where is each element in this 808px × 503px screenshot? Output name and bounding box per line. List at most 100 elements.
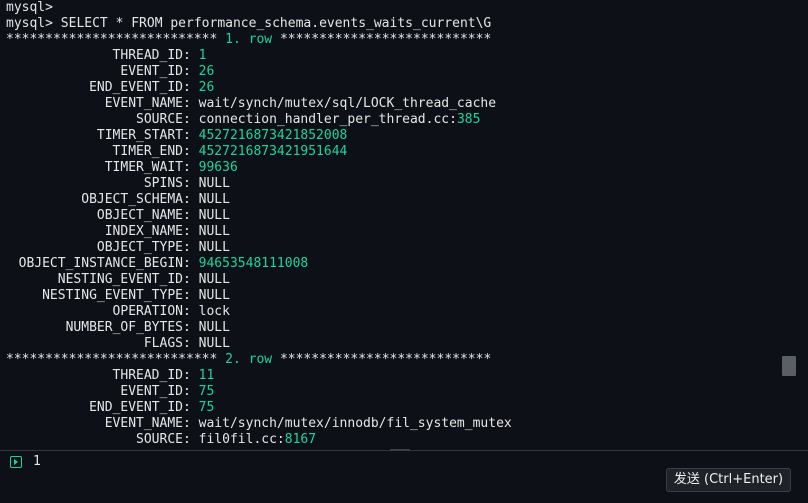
result-field: OBJECT_TYPE: NULL <box>6 240 230 256</box>
field-value: NULL <box>198 208 230 223</box>
result-field: NESTING_EVENT_TYPE: NULL <box>6 288 230 304</box>
result-field: NESTING_EVENT_ID: NULL <box>6 272 230 288</box>
field-key: OPERATION <box>112 304 183 319</box>
source-line-number: 385 <box>456 112 481 127</box>
field-value: NULL <box>198 192 230 207</box>
field-value: 99636 <box>198 160 238 175</box>
result-field: NUMBER_OF_BYTES: NULL <box>6 320 230 336</box>
row-number: 1. row <box>225 32 273 47</box>
result-field: SOURCE: connection_handler_per_thread.cc… <box>6 112 480 128</box>
field-colon: : <box>183 224 199 239</box>
field-key: SPINS <box>143 176 183 191</box>
field-value: wait/synch/mutex/innodb/fil_system_mutex <box>198 416 512 431</box>
field-key: EVENT_NAME <box>104 96 183 111</box>
result-field: END_EVENT_ID: 75 <box>6 400 214 416</box>
input-line-number: 1 <box>33 454 41 469</box>
field-value: NULL <box>198 224 230 239</box>
field-value: NULL <box>198 240 230 255</box>
field-key: OBJECT_NAME <box>96 208 183 223</box>
field-value: 4527216873421951644 <box>198 144 348 159</box>
separator-stars: *************************** <box>279 32 492 47</box>
result-field: END_EVENT_ID: 26 <box>6 80 214 96</box>
field-key: EVENT_ID <box>120 64 183 79</box>
field-colon: : <box>183 256 199 271</box>
field-value: wait/synch/mutex/sql/LOCK_thread_cache <box>198 96 497 111</box>
result-field: TIMER_START: 4527216873421852008 <box>6 128 347 144</box>
field-value: NULL <box>198 176 230 191</box>
field-value: NULL <box>198 288 230 303</box>
result-field: EVENT_NAME: wait/synch/mutex/innodb/fil_… <box>6 416 512 432</box>
field-value: lock <box>198 304 230 319</box>
result-field: TIMER_END: 4527216873421951644 <box>6 144 348 160</box>
result-field: SOURCE: fil0fil.cc:8167 <box>6 432 316 448</box>
field-colon: : <box>183 112 199 127</box>
field-key: THREAD_ID <box>112 48 183 63</box>
field-value: connection_handler_per_thread.cc: <box>198 112 457 127</box>
send-button[interactable]: 发送 (Ctrl+Enter) <box>666 468 791 492</box>
field-colon: : <box>183 176 199 191</box>
field-key: FLAGS <box>143 336 183 351</box>
field-colon: : <box>183 368 199 383</box>
prompt-icon <box>10 456 22 468</box>
result-field: EVENT_ID: 26 <box>6 64 214 80</box>
field-colon: : <box>183 384 199 399</box>
field-colon: : <box>183 48 199 63</box>
field-key: NUMBER_OF_BYTES <box>65 320 183 335</box>
field-key: OBJECT_INSTANCE_BEGIN <box>18 256 183 271</box>
field-key: THREAD_ID <box>112 368 183 383</box>
row-separator: *************************** 1. row *****… <box>6 32 491 48</box>
field-value: 26 <box>198 64 215 79</box>
field-value: NULL <box>198 272 230 287</box>
terminal-line: mysql> <box>6 0 53 15</box>
scroll-track[interactable] <box>782 0 808 450</box>
field-colon: : <box>183 192 199 207</box>
field-colon: : <box>183 320 199 335</box>
scrollbar-thumb[interactable] <box>782 356 796 376</box>
field-key: TIMER_START <box>96 128 183 143</box>
field-value: 75 <box>198 400 215 415</box>
field-colon: : <box>183 64 199 79</box>
field-key: OBJECT_TYPE <box>96 240 183 255</box>
result-field: OPERATION: lock <box>6 304 230 320</box>
field-key: END_EVENT_ID <box>89 400 183 415</box>
field-value: 1 <box>198 48 207 63</box>
field-colon: : <box>183 288 199 303</box>
result-field: INDEX_NAME: NULL <box>6 224 230 240</box>
result-field: FLAGS: NULL <box>6 336 230 352</box>
source-line-number: 8167 <box>284 432 317 447</box>
field-value: 4527216873421852008 <box>198 128 348 143</box>
field-value: NULL <box>198 320 230 335</box>
field-key: SOURCE <box>136 112 183 127</box>
field-value: 11 <box>198 368 215 383</box>
field-colon: : <box>183 96 199 111</box>
terminal-output[interactable]: mysql> mysql> SELECT * FROM performance_s… <box>0 0 808 450</box>
field-key: EVENT_NAME <box>104 416 183 431</box>
row-separator: *************************** 2. row *****… <box>6 352 491 368</box>
terminal-line: mysql> SELECT * FROM performance_schema.… <box>6 16 492 31</box>
field-value: 75 <box>198 384 215 399</box>
resize-handle[interactable] <box>390 449 410 451</box>
field-key: EVENT_ID <box>120 384 183 399</box>
field-colon: : <box>183 240 199 255</box>
field-colon: : <box>183 336 199 351</box>
result-field: THREAD_ID: 11 <box>6 368 215 384</box>
field-key: OBJECT_SCHEMA <box>81 192 183 207</box>
field-value: 94653548111008 <box>198 256 309 271</box>
field-colon: : <box>183 272 199 287</box>
field-colon: : <box>183 208 199 223</box>
result-field: THREAD_ID: 1 <box>6 48 207 64</box>
result-field: OBJECT_NAME: NULL <box>6 208 230 224</box>
field-colon: : <box>183 304 199 319</box>
field-key: TIMER_WAIT <box>104 160 183 175</box>
field-key: SOURCE <box>136 432 183 447</box>
field-colon: : <box>183 416 199 431</box>
result-field: TIMER_WAIT: 99636 <box>6 160 238 176</box>
separator-stars: *************************** <box>6 352 218 367</box>
result-field: OBJECT_INSTANCE_BEGIN: 94653548111008 <box>6 256 309 272</box>
field-colon: : <box>183 432 199 447</box>
field-colon: : <box>183 160 199 175</box>
field-colon: : <box>183 128 199 143</box>
field-key: END_EVENT_ID <box>89 80 183 95</box>
field-colon: : <box>183 400 199 415</box>
field-key: INDEX_NAME <box>104 224 183 239</box>
